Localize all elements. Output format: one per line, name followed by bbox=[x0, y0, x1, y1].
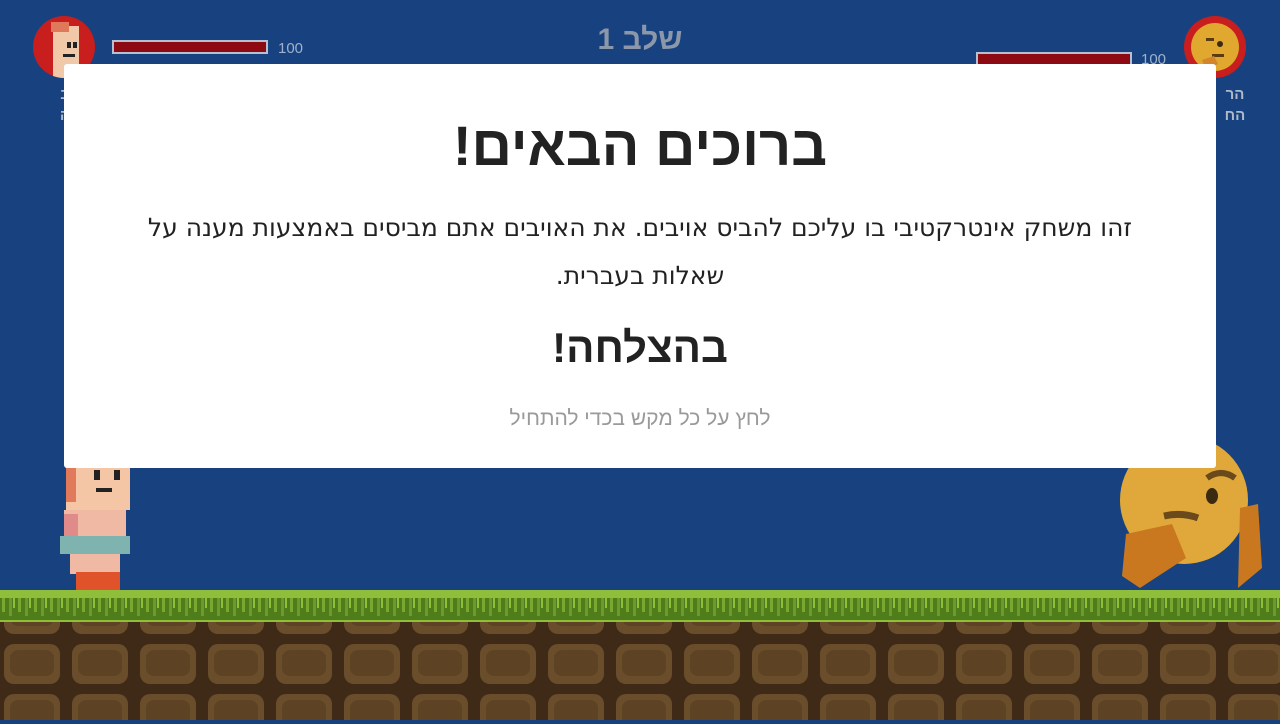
enemy-health-fill bbox=[978, 54, 1130, 64]
enemy-name-text: הר הח bbox=[1224, 86, 1246, 124]
ground bbox=[0, 590, 1280, 720]
player-health-bar bbox=[112, 40, 268, 54]
dialog-title: ברוכים הבאים! bbox=[452, 114, 828, 177]
player-character bbox=[56, 462, 136, 590]
dialog-good-luck: בהצלחה! bbox=[552, 324, 728, 371]
player-health-value: 100 bbox=[278, 40, 304, 57]
press-any-key-hint: לחץ על כל מקש בכדי להתחיל bbox=[509, 407, 771, 430]
dialog-body: זהו משחק אינטרקטיבי בו עליכם להביס אויבי… bbox=[147, 213, 1133, 290]
player-health-fill bbox=[114, 42, 266, 52]
welcome-dialog[interactable]: ברוכים הבאים! זהו משחק אינטרקטיבי בו עלי… bbox=[64, 64, 1216, 468]
